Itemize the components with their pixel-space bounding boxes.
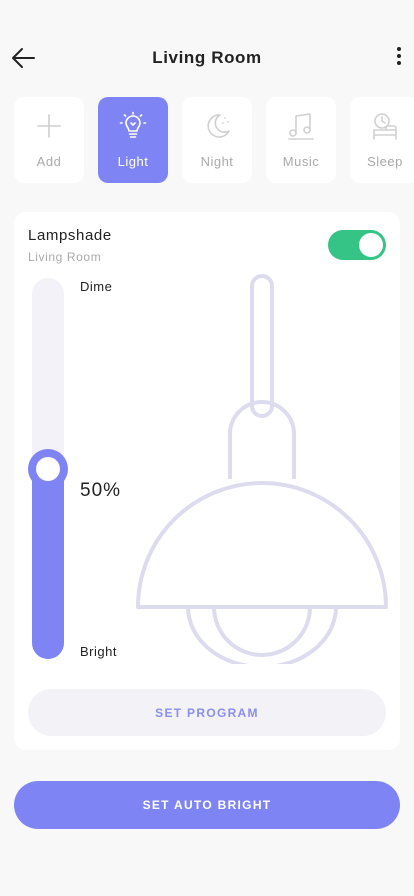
device-name: Lampshade: [28, 227, 112, 244]
brightness-thumb[interactable]: [28, 449, 68, 489]
tab-label: Music: [282, 154, 320, 169]
lightbulb-icon: [119, 111, 147, 138]
set-auto-bright-button[interactable]: SET AUTO BRIGHT: [14, 781, 400, 829]
brightness-slider[interactable]: [28, 278, 68, 659]
more-vertical-icon: [397, 47, 401, 51]
tab-label: Night: [200, 154, 234, 169]
more-options-button[interactable]: [390, 44, 408, 72]
toggle-knob: [359, 233, 383, 257]
tab-label: Add: [36, 154, 62, 169]
device-room: Living Room: [28, 250, 102, 264]
brightness-value: 50%: [80, 480, 122, 501]
plus-icon: [37, 114, 61, 138]
scene-tabs: Add Light Night Music Sleep: [14, 97, 414, 183]
power-toggle[interactable]: [328, 230, 386, 260]
device-card: Lampshade Living Room Dime 50% Bright SE…: [14, 212, 400, 750]
tab-music[interactable]: Music: [266, 97, 336, 183]
lamp-illustration: [136, 274, 388, 664]
tab-label: Sleep: [367, 154, 403, 169]
tab-sleep[interactable]: Sleep: [350, 97, 414, 183]
tab-label: Light: [117, 154, 149, 169]
set-program-button[interactable]: SET PROGRAM: [28, 689, 386, 736]
tab-light[interactable]: Light: [98, 97, 168, 183]
bed-clock-icon: [373, 113, 397, 140]
slider-label-dime: Dime: [80, 279, 113, 294]
tab-add[interactable]: Add: [14, 97, 84, 183]
slider-label-bright: Bright: [80, 644, 117, 659]
music-note-icon: [288, 113, 314, 140]
tab-night[interactable]: Night: [182, 97, 252, 183]
moon-icon: [207, 114, 230, 138]
page-title: Living Room: [152, 48, 262, 67]
